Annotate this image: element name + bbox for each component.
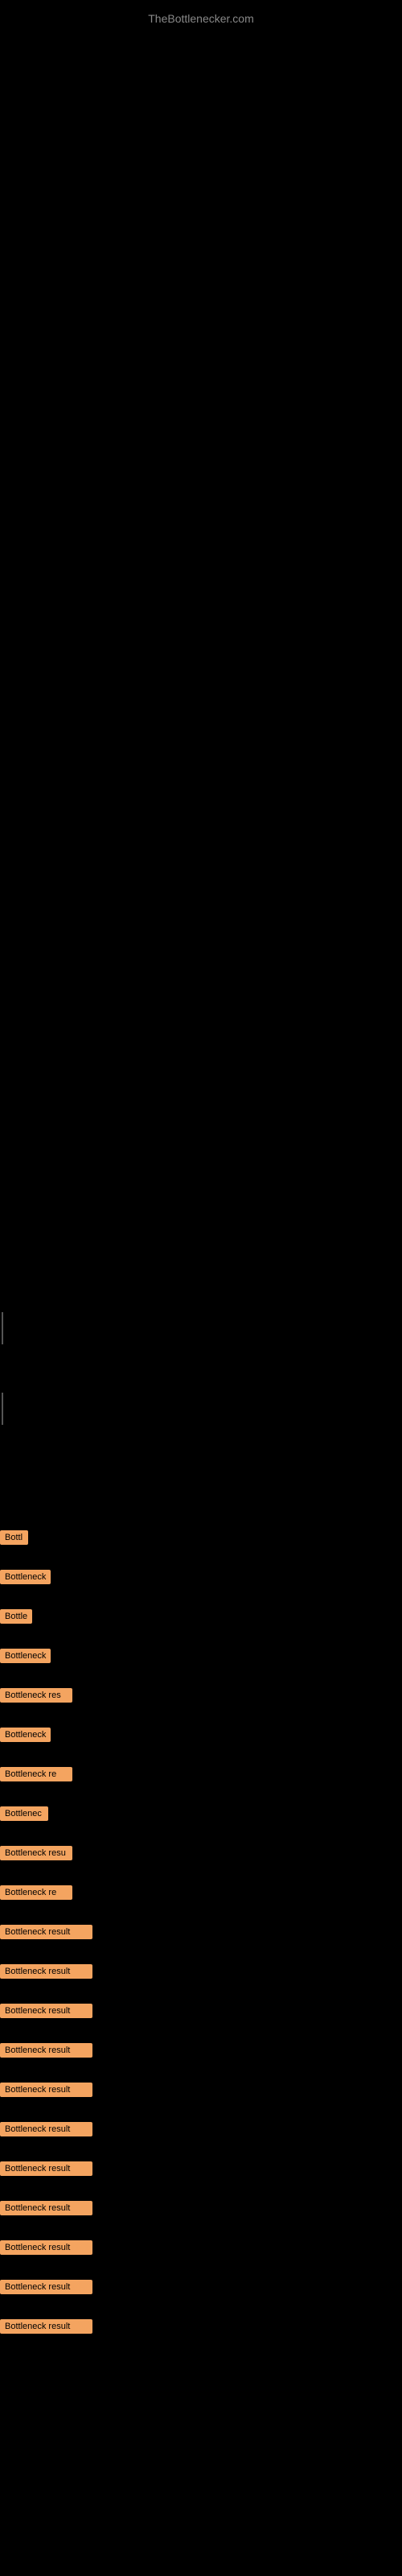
list-item: Bottleneck [0, 1648, 402, 1663]
bottleneck-labels-container: Bottl Bottleneck Bottle Bottleneck Bottlenec… [0, 1530, 402, 2358]
bottleneck-result-badge[interactable]: Bottleneck re [0, 1885, 72, 1900]
list-item: Bottleneck [0, 1727, 402, 1742]
list-item: Bottleneck result [0, 2082, 402, 2097]
bottleneck-result-badge[interactable]: Bottleneck result [0, 2043, 92, 2058]
site-title: TheBottlenecker.com [0, 4, 402, 33]
list-item: Bottlenec [0, 1806, 402, 1821]
list-item: Bottleneck result [0, 1924, 402, 1939]
list-item: Bottleneck result [0, 2121, 402, 2136]
bottleneck-result-badge[interactable]: Bottleneck result [0, 1925, 92, 1939]
bottleneck-result-badge[interactable]: Bottleneck result [0, 2319, 92, 2334]
vertical-line-2 [2, 1393, 3, 1425]
bottleneck-result-badge[interactable]: Bottleneck resu [0, 1846, 72, 1860]
vertical-line-1 [2, 1312, 3, 1344]
bottleneck-result-badge[interactable]: Bottleneck result [0, 2083, 92, 2097]
list-item: Bottleneck re [0, 1885, 402, 1900]
bottleneck-result-badge[interactable]: Bottleneck result [0, 2004, 92, 2018]
list-item: Bottleneck result [0, 2279, 402, 2294]
bottleneck-result-badge[interactable]: Bottleneck result [0, 2161, 92, 2176]
bottleneck-result-badge[interactable]: Bottleneck re [0, 1767, 72, 1781]
bottleneck-result-badge[interactable]: Bottlenec [0, 1806, 48, 1821]
bottleneck-result-badge[interactable]: Bottleneck [0, 1728, 51, 1742]
list-item: Bottl [0, 1530, 402, 1545]
list-item: Bottleneck result [0, 2042, 402, 2058]
bottleneck-result-badge[interactable]: Bottleneck [0, 1570, 51, 1584]
list-item: Bottleneck resu [0, 1845, 402, 1860]
list-item: Bottleneck result [0, 2200, 402, 2215]
bottleneck-result-badge[interactable]: Bottleneck result [0, 2240, 92, 2255]
bottleneck-result-badge[interactable]: Bottleneck result [0, 2201, 92, 2215]
bottleneck-result-badge[interactable]: Bottleneck [0, 1649, 51, 1663]
list-item: Bottle [0, 1608, 402, 1624]
bottleneck-result-badge[interactable]: Bottleneck result [0, 1964, 92, 1979]
list-item: Bottleneck result [0, 2003, 402, 2018]
bottleneck-result-badge[interactable]: Bottleneck result [0, 2280, 92, 2294]
list-item: Bottleneck result [0, 1963, 402, 1979]
list-item: Bottleneck [0, 1569, 402, 1584]
list-item: Bottleneck res [0, 1687, 402, 1703]
bottleneck-result-badge[interactable]: Bottl [0, 1530, 28, 1545]
list-item: Bottleneck result [0, 2318, 402, 2334]
bottleneck-result-badge[interactable]: Bottle [0, 1609, 32, 1624]
bottleneck-result-badge[interactable]: Bottleneck result [0, 2122, 92, 2136]
list-item: Bottleneck re [0, 1766, 402, 1781]
list-item: Bottleneck result [0, 2240, 402, 2255]
list-item: Bottleneck result [0, 2161, 402, 2176]
bottleneck-result-badge[interactable]: Bottleneck res [0, 1688, 72, 1703]
